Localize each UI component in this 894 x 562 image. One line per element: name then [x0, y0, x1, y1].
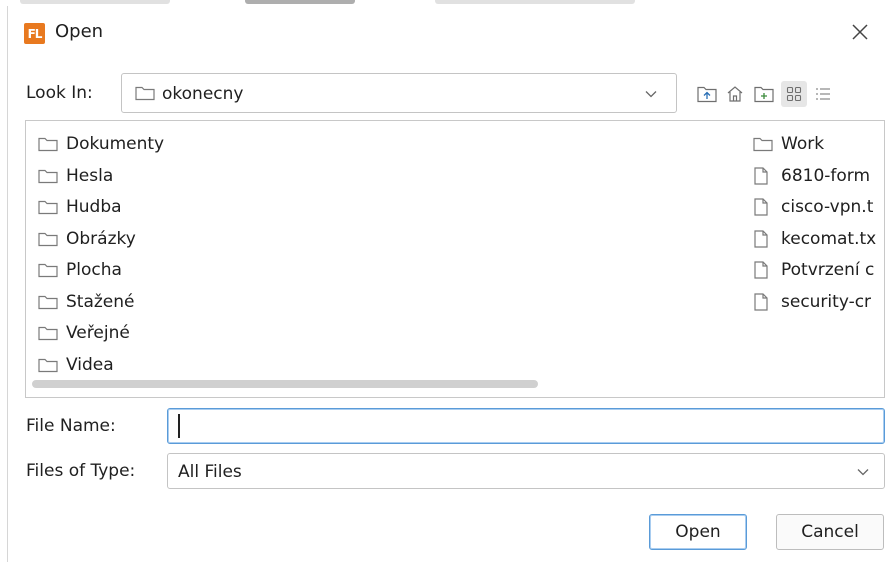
file-icon	[753, 261, 773, 279]
open-button[interactable]: Open	[649, 514, 747, 550]
item-label: Work	[781, 134, 825, 154]
item-label: Potvrzení c	[781, 260, 875, 280]
folder-icon	[38, 167, 58, 185]
file-type-value: All Files	[178, 462, 242, 482]
item-label: Dokumenty	[66, 134, 165, 154]
folder-item[interactable]: Dokumenty	[38, 129, 164, 159]
file-icon	[753, 166, 773, 185]
folder-icon	[135, 85, 155, 105]
folder-icon	[753, 135, 773, 153]
item-label: Videa	[66, 354, 114, 375]
up-folder-icon	[697, 86, 717, 103]
open-dialog: FL Open Look In: okonecny Dokumenty Hesl…	[7, 6, 894, 562]
file-type-select[interactable]: All Files	[167, 453, 885, 489]
item-label: Plocha	[66, 260, 122, 280]
item-label: kecomat.tx	[781, 228, 877, 249]
details-view-icon	[816, 88, 830, 100]
folder-icon	[38, 293, 58, 311]
folder-item[interactable]: Videa	[38, 350, 114, 380]
item-label: cisco-vpn.t	[781, 197, 874, 217]
file-item[interactable]: security-cr	[753, 287, 871, 317]
file-item[interactable]: 6810-form	[753, 161, 870, 191]
item-label: 6810-form	[781, 165, 871, 186]
chevron-down-icon	[856, 464, 870, 483]
folder-item[interactable]: Hudba	[38, 192, 122, 222]
file-item[interactable]: kecomat.tx	[753, 224, 876, 254]
up-folder-button[interactable]	[694, 81, 720, 107]
folder-icon	[38, 324, 58, 342]
item-label: Obrázky	[66, 228, 136, 249]
folder-icon	[38, 198, 58, 216]
folder-icon	[38, 261, 58, 279]
look-in-label: Look In:	[26, 83, 93, 103]
file-icon	[753, 292, 773, 311]
close-icon	[852, 24, 868, 40]
item-label: Stažené	[66, 291, 135, 312]
folder-item[interactable]: Veřejné	[38, 318, 130, 348]
folder-item[interactable]: Stažené	[38, 287, 135, 317]
file-name-input[interactable]	[167, 408, 885, 444]
look-in-value: okonecny	[162, 84, 244, 104]
folder-icon	[38, 356, 58, 374]
item-label: Hesla	[66, 165, 114, 186]
app-icon: FL	[24, 23, 45, 44]
home-icon	[727, 86, 743, 102]
dialog-title: Open	[55, 21, 104, 42]
item-label: security-cr	[781, 291, 872, 312]
new-folder-button[interactable]	[751, 81, 777, 107]
text-caret	[178, 414, 180, 438]
chevron-down-icon	[644, 86, 658, 105]
parent-ghost-text	[20, 0, 170, 4]
parent-ghost-text	[245, 0, 355, 4]
file-list[interactable]: Dokumenty Hesla Hudba Obrázky Plocha Stažené V…	[25, 120, 885, 398]
list-view-icon	[786, 86, 802, 102]
file-item[interactable]: cisco-vpn.t	[753, 192, 873, 222]
cancel-button[interactable]: Cancel	[776, 514, 884, 550]
folder-item[interactable]: Plocha	[38, 255, 122, 285]
item-label: Hudba	[66, 197, 122, 217]
list-view-button[interactable]	[781, 81, 807, 107]
folder-item[interactable]: Obrázky	[38, 224, 136, 254]
item-label: Veřejné	[66, 323, 130, 343]
home-button[interactable]	[722, 81, 748, 107]
look-in-select[interactable]: okonecny	[121, 73, 677, 113]
details-view-button[interactable]	[810, 81, 836, 107]
close-button[interactable]	[846, 18, 874, 46]
file-type-label: Files of Type:	[26, 461, 136, 481]
folder-item[interactable]: Hesla	[38, 161, 113, 191]
title-bar: FL Open	[8, 6, 894, 56]
file-name-label: File Name:	[26, 416, 116, 436]
folder-icon	[38, 135, 58, 153]
folder-item[interactable]: Work	[753, 129, 824, 159]
horizontal-scrollbar-thumb[interactable]	[32, 380, 538, 388]
file-item[interactable]: Potvrzení c	[753, 255, 874, 285]
parent-ghost-text	[435, 0, 635, 4]
folder-icon	[38, 230, 58, 248]
new-folder-icon	[754, 86, 774, 103]
file-icon	[753, 198, 773, 216]
file-icon	[753, 229, 773, 248]
